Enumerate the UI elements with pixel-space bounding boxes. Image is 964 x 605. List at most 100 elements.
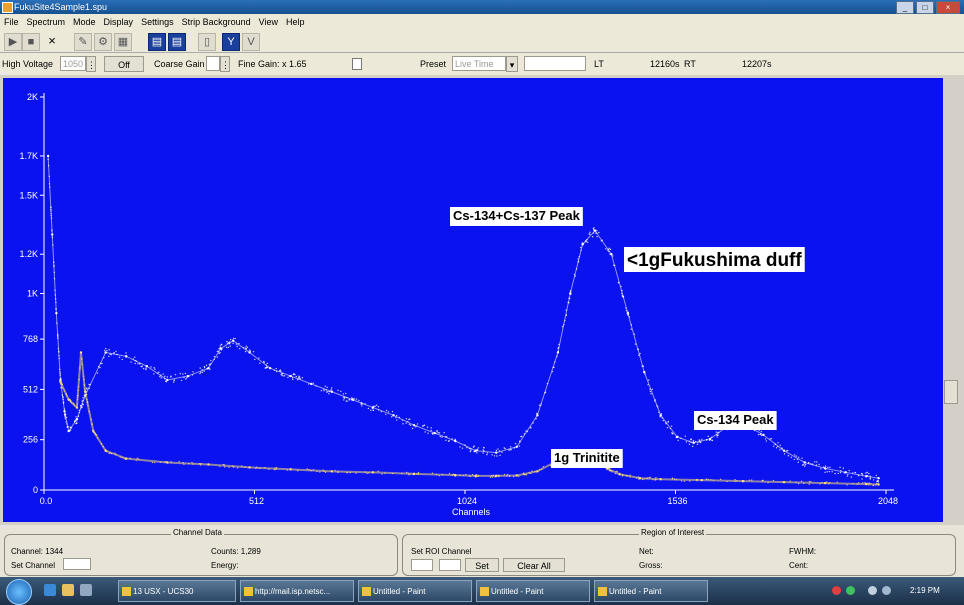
noise-point xyxy=(454,438,456,441)
noise-point xyxy=(734,480,736,483)
noise-point xyxy=(346,396,348,399)
noise-point xyxy=(50,217,53,219)
annotation-trinitite: 1g Trinitite xyxy=(551,449,623,468)
preset-value-field[interactable] xyxy=(524,56,586,71)
annotation-fukushima-duff: <1gFukushima duff xyxy=(624,247,805,272)
lt-label: LT xyxy=(594,59,604,69)
display-mode-icon[interactable]: ▤ xyxy=(148,33,166,51)
task-usx-label: 13 USX - UCS30 xyxy=(133,587,194,596)
close-button[interactable]: × xyxy=(936,1,960,14)
noise-point xyxy=(864,481,866,484)
noise-point xyxy=(255,467,257,470)
noise-point xyxy=(570,293,572,296)
x-tick-label: 1536 xyxy=(667,496,687,506)
task-paint-1[interactable]: Untitled - Paint xyxy=(358,580,472,602)
start-acquisition-icon[interactable]: ▶ xyxy=(4,33,22,51)
noise-point xyxy=(358,399,360,402)
plot-background xyxy=(3,78,943,522)
task-paint-2[interactable]: Untitled - Paint xyxy=(476,580,590,602)
menu-file[interactable]: File xyxy=(0,14,23,30)
menu-spectrum[interactable]: Spectrum xyxy=(23,14,70,30)
noise-point xyxy=(334,469,336,472)
noise-point xyxy=(416,423,419,425)
noise-point xyxy=(185,378,187,380)
roi-end-field[interactable] xyxy=(439,559,461,571)
data-point xyxy=(495,451,498,454)
set-roi-label: Set ROI Channel xyxy=(411,547,472,556)
noise-point xyxy=(203,365,206,368)
noise-point xyxy=(441,473,444,476)
high-voltage-field[interactable]: 1050 xyxy=(60,56,86,71)
desktop-icon[interactable] xyxy=(80,584,92,596)
noise-point xyxy=(385,409,388,412)
preset-select[interactable]: Live Time xyxy=(452,56,506,71)
noise-point xyxy=(258,357,260,359)
menu-display[interactable]: Display xyxy=(100,14,138,30)
set-channel-field[interactable] xyxy=(63,558,91,570)
noise-point xyxy=(523,433,526,435)
grid-icon[interactable]: ▦ xyxy=(114,33,132,51)
fine-gain-slider[interactable] xyxy=(352,58,362,70)
noise-point xyxy=(76,403,78,405)
high-voltage-spinner[interactable]: ⋮ xyxy=(86,56,96,72)
maximize-button[interactable]: □ xyxy=(916,1,934,14)
power-icon[interactable] xyxy=(882,586,891,595)
noise-point xyxy=(573,273,576,276)
menu-mode[interactable]: Mode xyxy=(69,14,100,30)
coarse-gain-field[interactable] xyxy=(206,56,220,71)
folder-icon[interactable] xyxy=(62,584,74,596)
auto-scale-icon[interactable]: V xyxy=(242,33,260,51)
y-scale-icon[interactable]: Y xyxy=(222,33,240,51)
noise-point xyxy=(854,471,857,474)
settings-icon[interactable]: ⚙ xyxy=(94,33,112,51)
clear-all-button[interactable]: Clear All xyxy=(503,558,565,572)
chart-scroll-handle[interactable] xyxy=(944,380,958,404)
stop-acquisition-icon[interactable]: ■ xyxy=(22,33,40,51)
noise-point xyxy=(829,482,831,484)
volume-icon[interactable] xyxy=(868,586,877,595)
spectrum-chart[interactable]: 0 256 512 768 1K 1.2K 1.5K 1.7K 2K 0.0 512 1024 153… xyxy=(0,75,964,525)
menu-help[interactable]: Help xyxy=(282,14,309,30)
noise-point xyxy=(113,351,115,354)
noise-point xyxy=(782,481,784,483)
overlay-mode-icon[interactable]: ▤ xyxy=(168,33,186,51)
noise-point xyxy=(779,449,781,451)
start-button[interactable] xyxy=(6,579,32,605)
noise-point xyxy=(64,416,66,418)
edit-icon[interactable]: ✎ xyxy=(74,33,92,51)
noise-point xyxy=(273,369,276,372)
network-icon[interactable] xyxy=(846,586,855,595)
noise-point xyxy=(519,440,521,443)
data-point xyxy=(55,311,58,315)
noise-point xyxy=(551,370,554,373)
clock[interactable]: 2:19 PM xyxy=(910,586,940,595)
menu-settings[interactable]: Settings xyxy=(137,14,178,30)
noise-point xyxy=(138,458,140,460)
noise-point xyxy=(106,451,108,453)
data-point xyxy=(51,233,54,236)
security-icon[interactable] xyxy=(832,586,841,595)
noise-point xyxy=(259,467,261,470)
noise-point xyxy=(73,403,75,406)
roi-start-field[interactable] xyxy=(411,559,433,571)
noise-point xyxy=(652,479,654,481)
clear-spectrum-icon[interactable]: × xyxy=(44,33,60,49)
ie-icon[interactable] xyxy=(44,584,56,596)
menu-view[interactable]: View xyxy=(255,14,282,30)
noise-point xyxy=(808,483,810,485)
set-roi-button[interactable]: Set xyxy=(465,558,499,572)
file-icon[interactable]: ▯ xyxy=(198,33,216,51)
noise-point xyxy=(796,458,799,461)
task-paint-3[interactable]: Untitled - Paint xyxy=(594,580,708,602)
preset-dropdown-icon[interactable]: ▾ xyxy=(506,56,518,72)
hv-off-button[interactable]: Off xyxy=(104,56,144,72)
menu-strip-background[interactable]: Strip Background xyxy=(178,14,255,30)
noise-point xyxy=(217,350,220,353)
noise-point xyxy=(417,471,420,474)
minimize-button[interactable]: _ xyxy=(896,1,914,14)
task-usx[interactable]: 13 USX - UCS30 xyxy=(118,580,236,602)
coarse-gain-spinner[interactable]: ⋮ xyxy=(220,56,230,72)
noise-point xyxy=(671,432,673,435)
task-browser[interactable]: http://mail.isp.netsc... xyxy=(240,580,354,602)
noise-point xyxy=(692,440,695,442)
